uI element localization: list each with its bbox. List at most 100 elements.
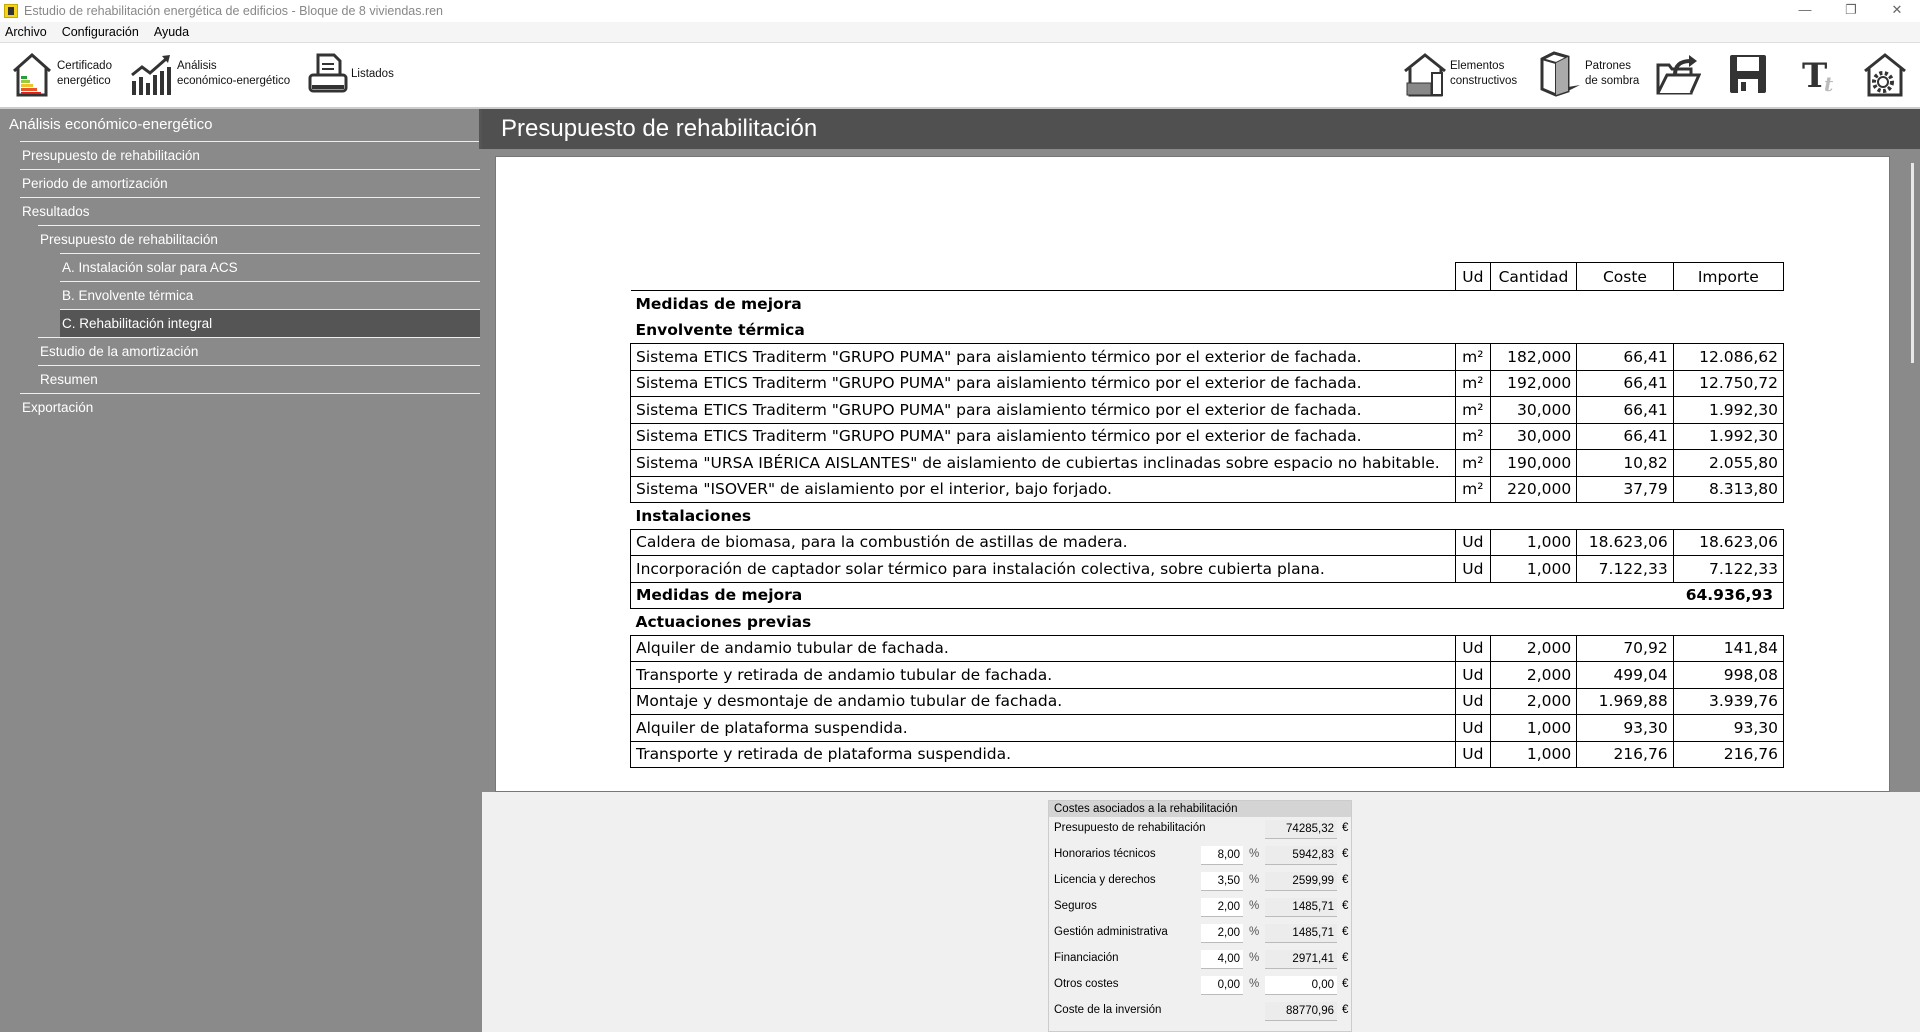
item-quantity: 1,000 — [1489, 740, 1578, 768]
item-description: Sistema ETICS Traditerm "GRUPO PUMA" par… — [630, 396, 1456, 424]
currency-unit: € — [1342, 926, 1349, 938]
sidebar-item[interactable]: Periodo de amortización — [20, 169, 480, 197]
cost-label: Otros costes — [1054, 978, 1119, 990]
item-quantity: 192,000 — [1489, 369, 1578, 397]
cost-percent-input[interactable]: 0,00 — [1201, 976, 1243, 995]
menu-ayuda[interactable]: Ayuda — [154, 25, 189, 39]
elementos-label-1: Elementos — [1450, 60, 1505, 72]
cost-row: Coste de la inversión 88770,96 € — [1049, 1000, 1353, 1022]
cost-value-field[interactable]: 0,00 — [1265, 976, 1337, 995]
item-description: Transporte y retirada de andamio tubular… — [630, 661, 1456, 689]
table-row: Sistema "ISOVER" de aislamiento por el i… — [630, 475, 1785, 503]
item-description: Alquiler de andamio tubular de fachada. — [630, 634, 1456, 662]
cost-row: Financiación 4,00% 2971,41 € — [1049, 948, 1353, 970]
item-quantity: 2,000 — [1489, 661, 1578, 689]
save-button[interactable] — [1728, 51, 1771, 97]
cost-percent-input[interactable]: 3,50 — [1201, 872, 1243, 891]
elementos-label-2: constructivos — [1450, 75, 1518, 87]
table-row: Caldera de biomasa, para la combustión d… — [630, 528, 1785, 556]
costs-panel: Costes asociados a la rehabilitación Pre… — [1048, 800, 1352, 1032]
listados-button[interactable]: Listados — [308, 51, 394, 97]
item-unit: Ud — [1455, 528, 1491, 556]
open-folder-icon — [1656, 55, 1701, 95]
cost-percent-input[interactable]: 8,00 — [1201, 846, 1243, 865]
patrones-label-1: Patrones — [1585, 60, 1632, 72]
item-description: Montaje y desmontaje de andamio tubular … — [630, 687, 1456, 715]
section-row: Medidas de mejora — [631, 291, 1784, 318]
item-unit: m² — [1455, 449, 1491, 477]
section-title: Actuaciones previas — [635, 612, 812, 631]
title-bar: Estudio de rehabilitación energética de … — [0, 0, 1920, 22]
header-spacer — [630, 262, 1456, 291]
item-quantity: 1,000 — [1489, 528, 1578, 556]
sidebar-item[interactable]: Resultados — [20, 197, 480, 225]
table-header-row: Ud Cantidad Coste Importe — [630, 262, 1785, 291]
minimize-button[interactable]: — — [1782, 0, 1828, 22]
sidebar-item[interactable]: Exportación — [20, 393, 480, 421]
item-unit: m² — [1455, 369, 1491, 397]
currency-unit: € — [1342, 1004, 1349, 1016]
sidebar-item[interactable]: Presupuesto de rehabilitación — [38, 225, 480, 253]
currency-unit: € — [1342, 848, 1349, 860]
sidebar-title[interactable]: Análisis económico-energético — [0, 109, 482, 141]
item-quantity: 1,000 — [1489, 714, 1578, 742]
document-viewer: Ud Cantidad Coste Importe Medidas de mejora E… — [482, 149, 1920, 792]
sidebar-item[interactable]: Resumen — [38, 365, 480, 393]
open-button[interactable] — [1655, 51, 1704, 97]
restore-button[interactable]: ❐ — [1828, 0, 1874, 22]
sidebar-item[interactable]: Estudio de la amortización — [38, 337, 480, 365]
sidebar-item[interactable]: A. Instalación solar para ACS — [60, 253, 480, 281]
sidebar: Análisis económico-energético Presupuest… — [0, 109, 482, 1032]
analisis-label-1: Análisis — [177, 60, 217, 72]
floppy-disk-icon — [1730, 55, 1766, 93]
section-row: Instalaciones — [631, 503, 1784, 530]
sidebar-item-label: Resultados — [22, 204, 90, 219]
elementos-button[interactable]: Elementos constructivos — [1403, 51, 1517, 97]
menu-archivo[interactable]: Archivo — [5, 25, 47, 39]
cost-percent-input[interactable]: 4,00 — [1201, 950, 1243, 969]
table-row: Sistema ETICS Traditerm "GRUPO PUMA" par… — [630, 369, 1785, 397]
document-scrollbar[interactable] — [1911, 163, 1914, 363]
table-row: Alquiler de andamio tubular de fachada. U… — [630, 634, 1785, 662]
font-button[interactable]: Tt — [1800, 51, 1843, 97]
report-page: Ud Cantidad Coste Importe Medidas de mejora E… — [495, 156, 1890, 792]
cost-value-field: 88770,96 — [1265, 1002, 1337, 1021]
cost-percent-input[interactable]: 2,00 — [1201, 898, 1243, 917]
item-cost: 10,82 — [1576, 449, 1674, 477]
cost-row: Presupuesto de rehabilitación 74285,32 € — [1049, 818, 1353, 840]
currency-unit: € — [1342, 952, 1349, 964]
column-header: Importe — [1672, 262, 1785, 291]
cost-percent-input[interactable]: 2,00 — [1201, 924, 1243, 943]
currency-unit: € — [1342, 822, 1349, 834]
cost-value-field: 2971,41 — [1265, 950, 1337, 969]
item-quantity: 30,000 — [1489, 422, 1578, 450]
certificado-button[interactable]: Certificado energético — [10, 51, 112, 97]
total-row: Medidas de mejora 64.936,93 — [630, 581, 1785, 609]
item-cost: 66,41 — [1576, 422, 1674, 450]
settings-button[interactable] — [1862, 51, 1911, 97]
item-cost: 499,04 — [1576, 661, 1674, 689]
cost-label: Financiación — [1054, 952, 1119, 964]
item-amount: 8.313,80 — [1672, 475, 1785, 503]
sidebar-item[interactable]: C. Rehabilitación integral — [60, 309, 480, 337]
item-description: Alquiler de plataforma suspendida. — [630, 714, 1456, 742]
percent-unit: % — [1249, 874, 1260, 886]
item-amount: 7.122,33 — [1672, 555, 1785, 583]
sidebar-item-label: Resumen — [40, 372, 98, 387]
window-title: Estudio de rehabilitación energética de … — [24, 4, 444, 18]
item-cost: 216,76 — [1576, 740, 1674, 768]
analisis-button[interactable]: Análisis económico-energético — [130, 51, 290, 97]
patrones-label-2: de sombra — [1585, 75, 1640, 87]
column-header: Cantidad — [1489, 262, 1578, 291]
item-amount: 3.939,76 — [1672, 687, 1785, 715]
patrones-button[interactable]: Patrones de sombra — [1538, 51, 1639, 97]
item-amount: 1.992,30 — [1672, 422, 1785, 450]
sidebar-item[interactable]: Presupuesto de rehabilitación — [20, 141, 480, 169]
menu-configuracion[interactable]: Configuración — [62, 25, 139, 39]
currency-unit: € — [1342, 874, 1349, 886]
item-unit: m² — [1455, 475, 1491, 503]
item-amount: 998,08 — [1672, 661, 1785, 689]
certificado-label-1: Certificado — [57, 60, 112, 72]
sidebar-item[interactable]: B. Envolvente térmica — [60, 281, 480, 309]
close-button[interactable]: ✕ — [1874, 0, 1920, 22]
